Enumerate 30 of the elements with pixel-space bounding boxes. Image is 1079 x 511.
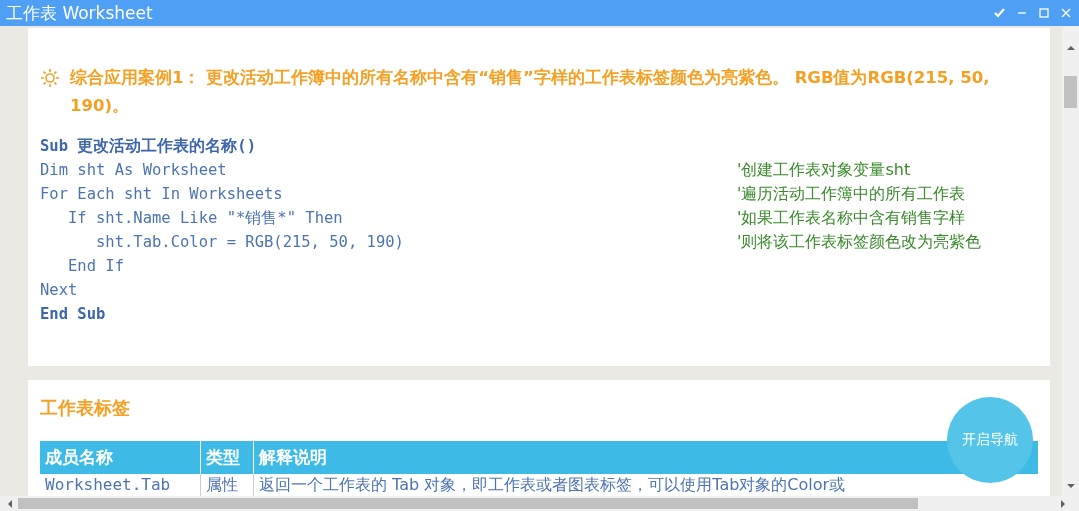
down-arrow-icon xyxy=(1065,482,1076,490)
right-arrow-icon xyxy=(1059,498,1067,509)
sun-icon xyxy=(40,68,60,88)
example-heading: 综合应用案例1： 更改活动工作簿中的所有名称中含有“销售”字样的工作表标签颜色为亮紫色。 RGB值为RGB(215, 50, 190)。 xyxy=(70,67,991,117)
code-line: sht.Tab.Color = RGB(215, 50, 190) xyxy=(95,233,404,251)
maximize-icon[interactable] xyxy=(1037,6,1051,20)
check-icon[interactable] xyxy=(993,6,1007,20)
column-header: 类型 xyxy=(200,441,254,474)
scrollbar-thumb[interactable] xyxy=(1064,76,1077,108)
horizontal-scrollbar[interactable] xyxy=(0,496,1079,511)
code-line: Next xyxy=(40,281,78,299)
code-comment: '如果工作表名称中含有销售字样 xyxy=(737,208,966,227)
vertical-scrollbar[interactable] xyxy=(1062,26,1079,496)
code-line: Sub 更改活动工作表的名称() xyxy=(40,137,256,155)
window-title: 工作表 Worksheet xyxy=(6,1,154,25)
up-arrow-icon xyxy=(1065,44,1076,52)
code-line: Dim sht As Worksheet xyxy=(40,161,227,179)
left-arrow-icon xyxy=(6,498,14,509)
code-line: End Sub xyxy=(40,305,106,323)
code-comment: '创建工作表对象变量sht xyxy=(737,160,911,179)
table-cell: Worksheet.Tab xyxy=(40,474,201,496)
close-icon[interactable] xyxy=(1059,6,1073,20)
code-line: End If xyxy=(67,257,124,275)
section-title: 工作表标签 xyxy=(40,396,130,420)
code-line: For Each sht In Worksheets xyxy=(40,185,283,203)
code-comment: '遍历活动工作簿中的所有工作表 xyxy=(737,184,966,203)
column-header: 成员名称 xyxy=(40,441,201,474)
scrollbar-thumb[interactable] xyxy=(18,498,918,509)
code-line: If sht.Name Like "*销售*" Then xyxy=(67,209,343,227)
code-comment: '则将该工作表标签颜色改为亮紫色 xyxy=(737,232,982,251)
